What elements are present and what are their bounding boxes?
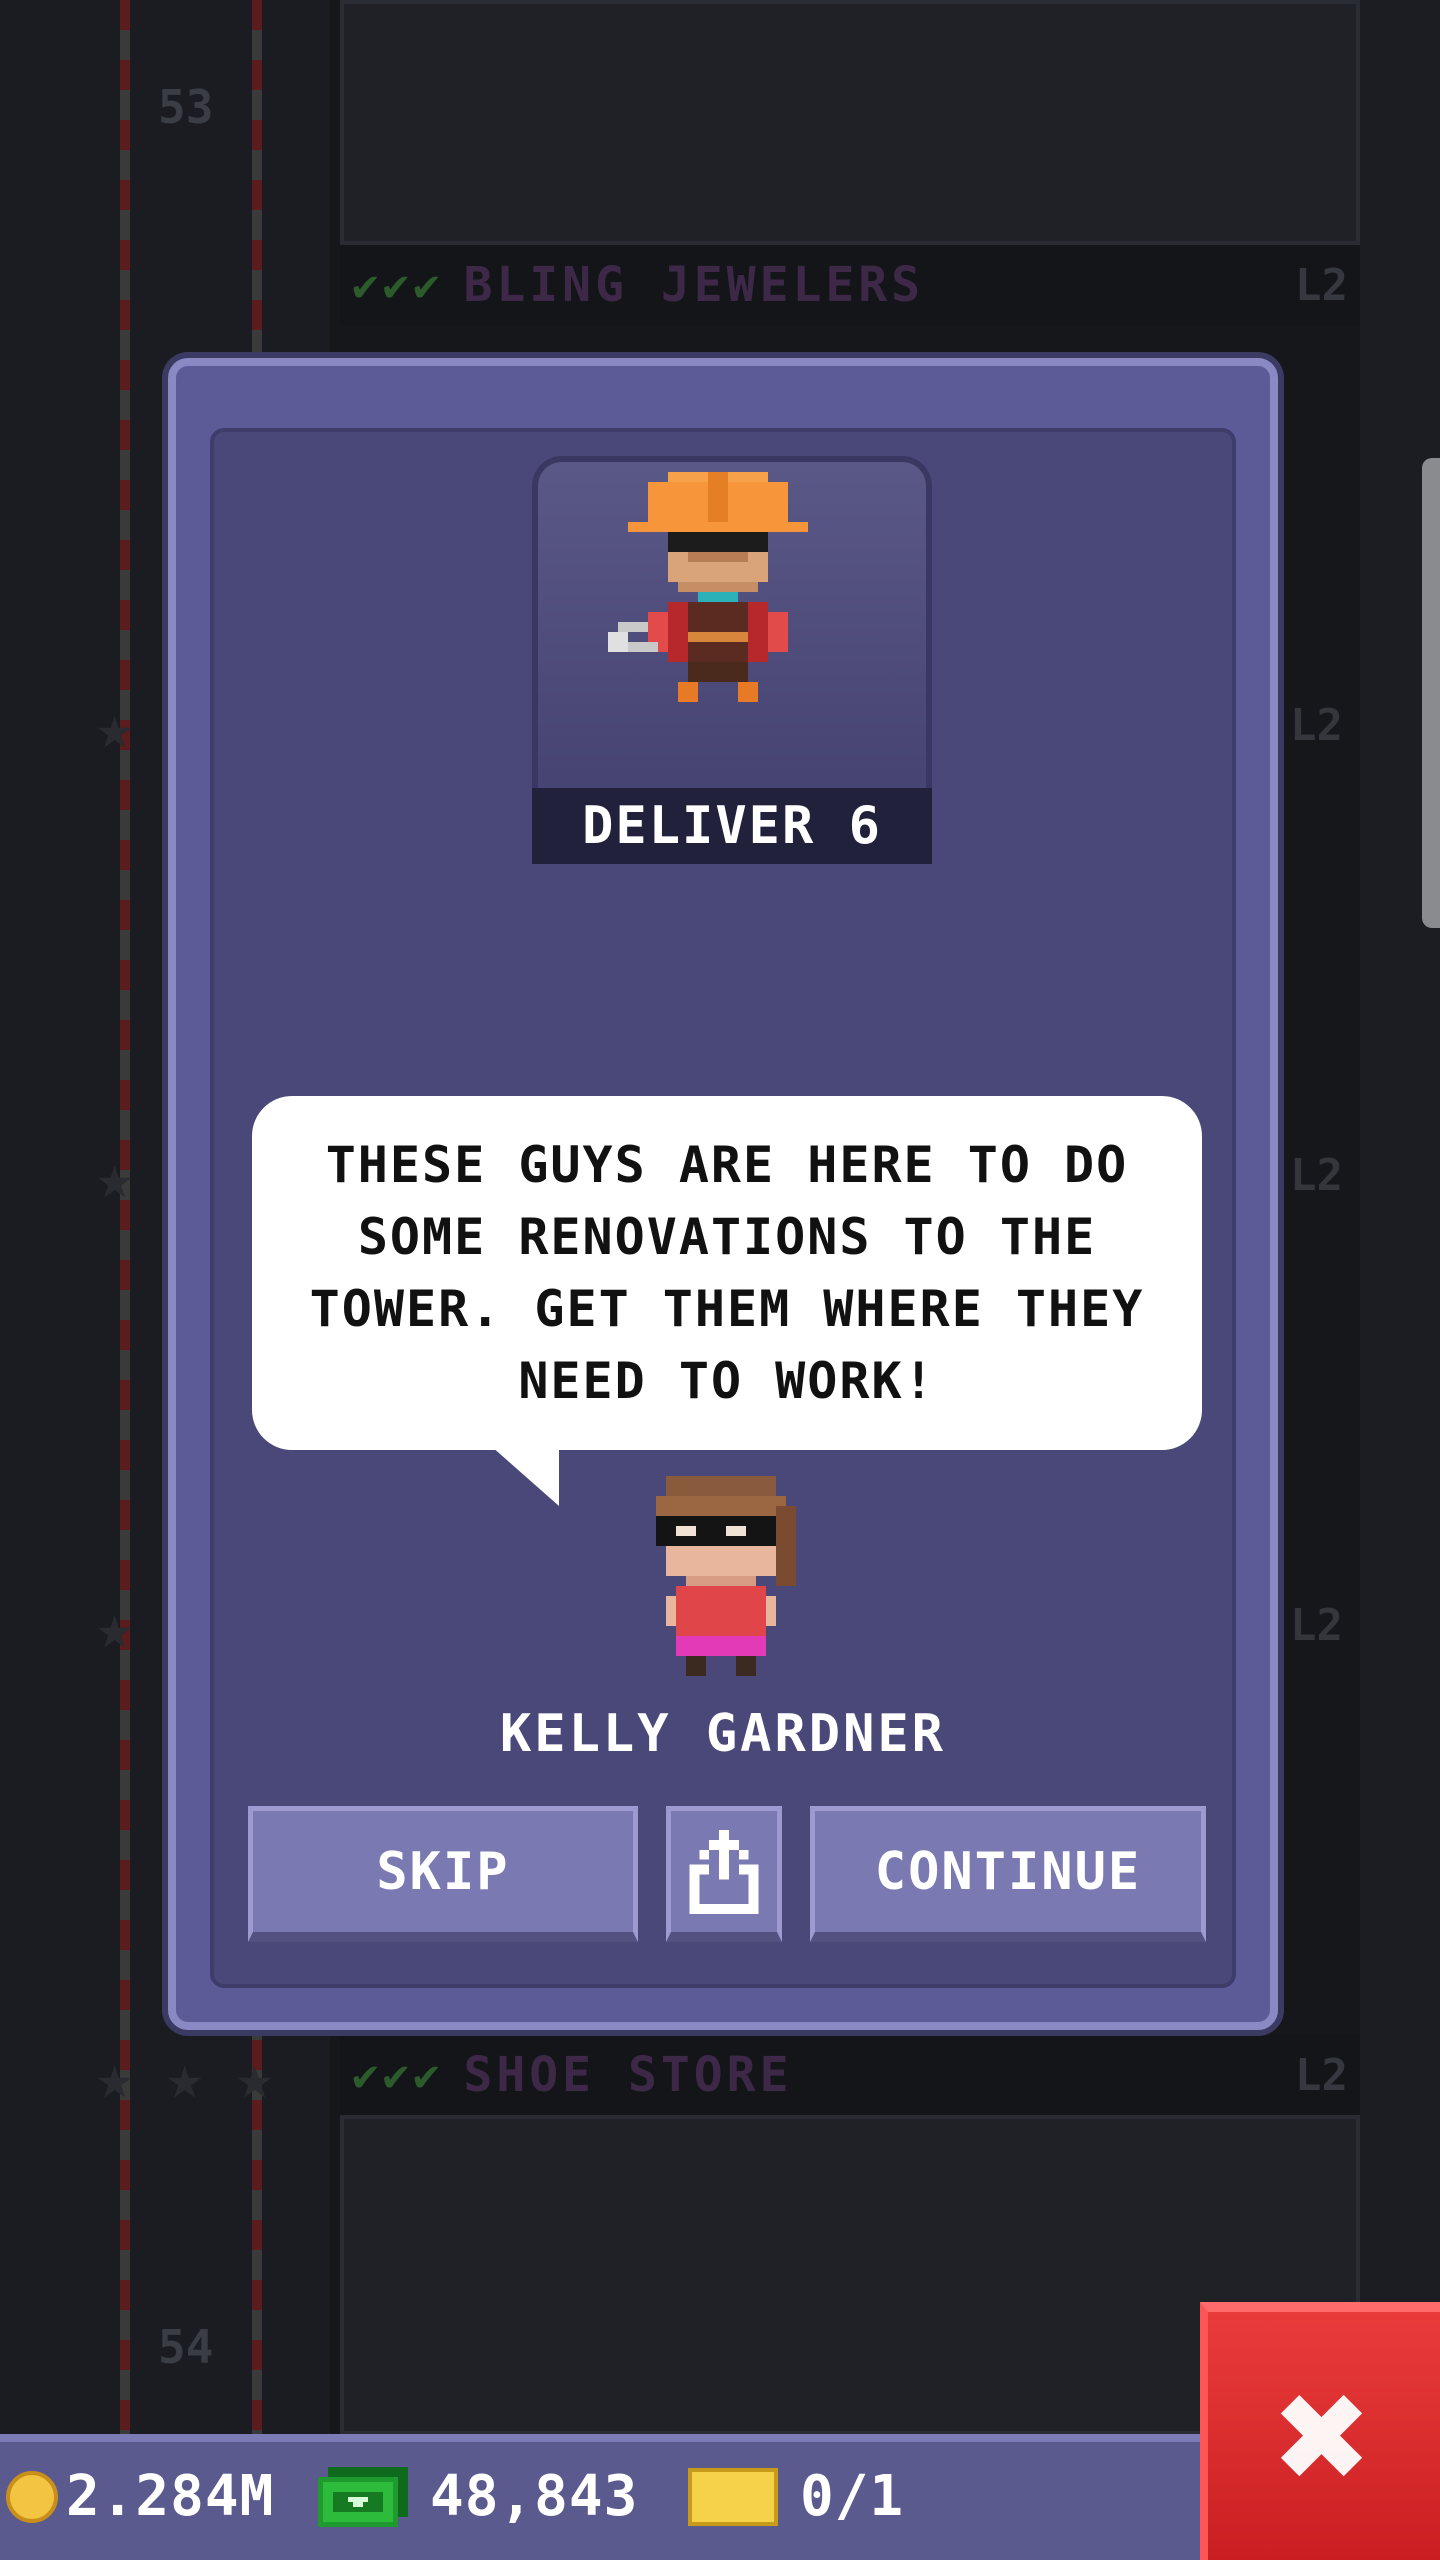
star-icon: ★ — [96, 1590, 134, 1663]
tower-bux-icon — [318, 2466, 408, 2527]
floor-bling-jewelers — [340, 0, 1360, 245]
golden-ticket-icon — [688, 2467, 778, 2526]
close-button[interactable]: ✖ — [1200, 2302, 1440, 2560]
tickets-counter: 0/1 — [688, 2464, 904, 2529]
check-icons: ✔✔✔ — [352, 259, 444, 311]
continue-button[interactable]: CONTINUE — [810, 1806, 1206, 1942]
star-icon: ★ — [96, 2040, 134, 2113]
floor-label-bar: ✔✔✔ SHOE STORE L2 — [340, 2035, 1360, 2115]
floor-name: BLING JEWELERS — [463, 257, 925, 313]
floor-level: L2 — [1290, 700, 1343, 751]
floor-label-bar: ✔✔✔ BLING JEWELERS L2 — [340, 245, 1360, 325]
share-icon — [689, 1829, 759, 1914]
skip-button-label: SKIP — [376, 1841, 510, 1902]
floor-number: 53 — [158, 80, 214, 134]
bux-counter: 48,843 — [318, 2464, 638, 2529]
floor-level: L2 — [1290, 1600, 1343, 1651]
speech-bubble: THESE GUYS ARE HERE TO DO SOME RENOVATIO… — [252, 1096, 1202, 1450]
npc-name: KELLY GARDNER — [500, 1704, 946, 1764]
share-button[interactable] — [666, 1806, 782, 1942]
close-icon: ✖ — [1275, 2342, 1373, 2529]
scroll-handle[interactable] — [1422, 458, 1440, 928]
floor-level: L2 — [1295, 2049, 1348, 2101]
kelly-gardner-avatar — [656, 1476, 796, 1676]
coins-counter: 2.284M — [6, 2464, 274, 2529]
star-icon: ★ — [96, 1140, 134, 1213]
mission-dialog: DELIVER 6 THESE GUYS ARE HERE TO DO SOME… — [168, 358, 1278, 2030]
check-icons: ✔✔✔ — [352, 2049, 444, 2101]
star-icon: ★ — [96, 690, 134, 763]
skip-button[interactable]: SKIP — [248, 1806, 638, 1942]
quest-goal-label: DELIVER 6 — [532, 788, 932, 864]
speech-text: THESE GUYS ARE HERE TO DO SOME RENOVATIO… — [309, 1136, 1145, 1410]
star-icon: ★ — [166, 2040, 204, 2113]
side-strip — [1360, 0, 1440, 2440]
floor-level: L2 — [1290, 1150, 1343, 1201]
tickets-value: 0/1 — [800, 2464, 905, 2529]
floor-level: L2 — [1295, 259, 1348, 311]
continue-button-label: CONTINUE — [874, 1841, 1142, 1902]
bux-value: 48,843 — [430, 2464, 639, 2529]
floor-name: SHOE STORE — [463, 2047, 793, 2103]
coin-icon — [6, 2470, 58, 2523]
construction-worker-icon — [608, 472, 808, 702]
speech-bubble-tail — [491, 1446, 559, 1506]
star-icon: ★ — [236, 2040, 274, 2113]
coins-value: 2.284M — [66, 2464, 275, 2529]
floor-number: 54 — [158, 2320, 214, 2374]
